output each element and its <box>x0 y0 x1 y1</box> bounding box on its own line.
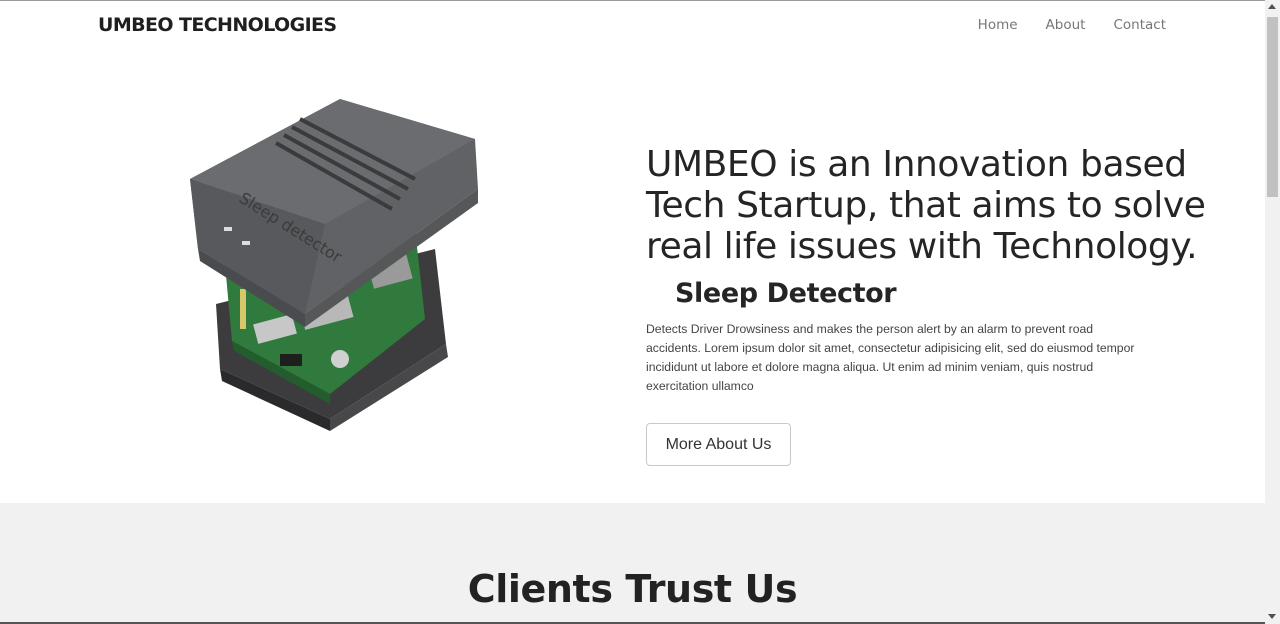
nav-link-about[interactable]: About <box>1046 17 1086 33</box>
scroll-down-icon[interactable] <box>1268 614 1276 619</box>
clients-title: Clients Trust Us <box>467 567 798 611</box>
nav-link-contact[interactable]: Contact <box>1113 17 1166 33</box>
product-title: Sleep Detector <box>675 278 897 309</box>
vertical-scrollbar[interactable] <box>1265 0 1280 624</box>
nav-link-home[interactable]: Home <box>978 17 1018 33</box>
clients-section: Clients Trust Us <box>0 503 1265 624</box>
scroll-up-icon[interactable] <box>1268 4 1276 9</box>
sleep-detector-image: Sleep detector <box>190 99 478 431</box>
more-about-us-button[interactable]: More About Us <box>646 423 791 466</box>
scrollbar-thumb[interactable] <box>1267 17 1278 197</box>
brand-logo[interactable]: UMBEO TECHNOLOGIES <box>98 14 337 36</box>
hero-section: Sleep detector UMBEO is an Innovation ba… <box>0 49 1265 503</box>
hero-headline: UMBEO is an Innovation based Tech Startu… <box>646 144 1206 267</box>
nav-menu: Home About Contact <box>978 17 1166 33</box>
navbar: UMBEO TECHNOLOGIES Home About Contact <box>0 1 1265 49</box>
product-description: Detects Driver Drowsiness and makes the … <box>646 322 1135 393</box>
